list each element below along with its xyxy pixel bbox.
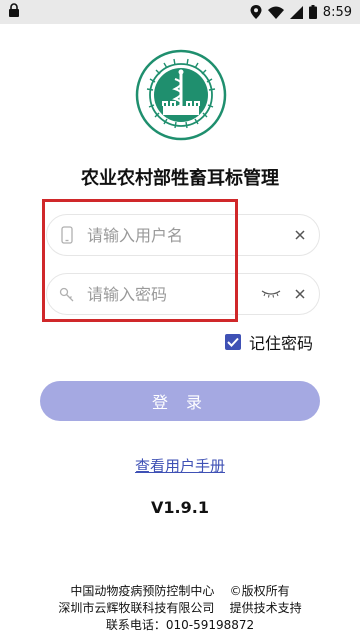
wifi-icon <box>267 6 284 19</box>
app-title: 农业农村部牲畜耳标管理 <box>81 168 279 189</box>
location-icon <box>250 5 262 19</box>
remember-password-label: 记住密码 <box>249 334 314 353</box>
clear-username-icon[interactable] <box>289 230 311 240</box>
key-icon <box>47 286 87 302</box>
signal-icon <box>289 5 303 19</box>
login-button[interactable]: 登录 <box>40 381 320 421</box>
footer-contact-phone: 联系电话：010-59198872 <box>105 618 255 632</box>
footer-tech-support: 深圳市云辉牧联科技有限公司 提供技术支持 <box>58 601 302 615</box>
status-bar: 8:59 <box>0 0 360 24</box>
organization-logo <box>135 49 227 141</box>
battery-icon <box>308 5 317 19</box>
remember-password-option[interactable]: 记住密码 <box>225 330 313 354</box>
toggle-password-visibility-icon[interactable] <box>259 290 283 298</box>
phone-icon <box>47 226 87 244</box>
remember-password-checkbox[interactable] <box>225 334 241 350</box>
user-manual-link[interactable]: 查看用户手册 <box>0 455 360 476</box>
footer-copyright: 中国动物疫病预防控制中心 ©版权所有 <box>70 584 290 598</box>
clear-password-icon[interactable] <box>289 289 311 299</box>
password-field[interactable] <box>46 273 320 315</box>
footer: 中国动物疫病预防控制中心 ©版权所有 深圳市云辉牧联科技有限公司 提供技术支持 … <box>0 583 360 634</box>
username-field[interactable] <box>46 214 320 256</box>
status-time: 8:59 <box>322 4 352 20</box>
password-input[interactable] <box>87 284 259 304</box>
app-version: V1.9.1 <box>151 498 209 517</box>
lock-icon <box>8 3 20 21</box>
username-input[interactable] <box>87 225 289 245</box>
